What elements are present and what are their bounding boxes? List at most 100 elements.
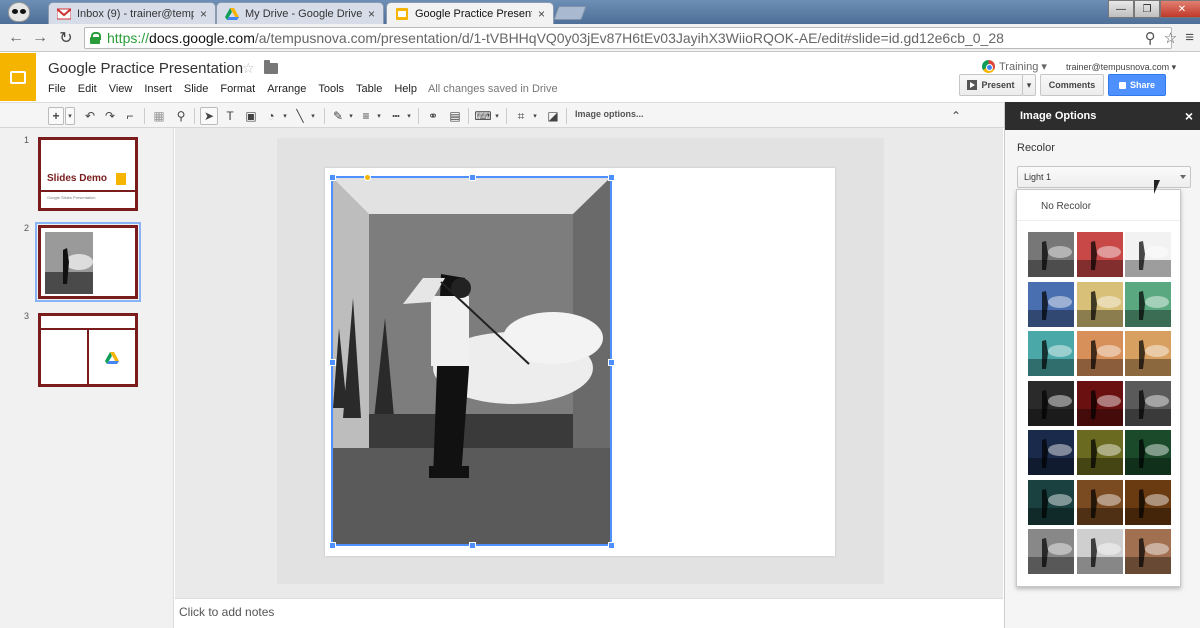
recolor-swatch[interactable] <box>1076 331 1123 376</box>
resize-handle-top[interactable] <box>469 174 476 181</box>
recolor-select[interactable]: Light 1 <box>1017 166 1191 188</box>
recolor-swatch[interactable] <box>1125 529 1171 574</box>
image-options-button[interactable]: Image options... <box>575 109 644 119</box>
menu-table[interactable]: Table <box>356 83 382 95</box>
share-button[interactable]: Share <box>1108 74 1166 96</box>
comments-button[interactable]: Comments <box>1040 74 1104 96</box>
menu-arrange[interactable]: Arrange <box>267 83 306 95</box>
recolor-swatch[interactable] <box>1125 331 1171 376</box>
tab-close-icon[interactable]: × <box>200 7 207 21</box>
line-weight-icon[interactable]: ≡ <box>358 107 374 125</box>
insert-image-icon[interactable]: ▣ <box>242 107 260 125</box>
recolor-swatch[interactable] <box>1028 380 1074 426</box>
menu-edit[interactable]: Edit <box>78 83 97 95</box>
slides-logo[interactable] <box>0 53 36 101</box>
recolor-swatch[interactable] <box>1028 232 1074 277</box>
paint-format-icon[interactable]: ⌐ <box>122 107 138 125</box>
select-tool-icon[interactable]: ➤ <box>200 107 218 125</box>
url-input[interactable]: https://docs.google.com/a/tempusnova.com… <box>84 27 1172 49</box>
present-button[interactable]: Present <box>959 74 1023 96</box>
recolor-swatch[interactable] <box>1076 380 1123 426</box>
menu-insert[interactable]: Insert <box>144 83 172 95</box>
folder-icon[interactable] <box>264 60 278 74</box>
present-dropdown[interactable]: ▾ <box>1022 74 1036 96</box>
link-icon[interactable]: ⚭ <box>424 107 442 125</box>
pen-color-icon[interactable]: ✎ <box>330 107 346 125</box>
resize-handle-right[interactable] <box>608 359 615 366</box>
recolor-swatch[interactable] <box>1028 479 1074 525</box>
comment-icon[interactable]: ▤ <box>446 107 464 125</box>
selected-image[interactable] <box>329 174 615 549</box>
slide-thumbnail-1[interactable]: Slides Demo Google Slides Presentation <box>38 137 138 211</box>
recolor-swatch[interactable] <box>1028 430 1074 475</box>
recolor-swatch[interactable] <box>1028 281 1074 327</box>
resize-handle-bottom-left[interactable] <box>329 542 336 549</box>
keyboard-dropdown[interactable]: ▾ <box>492 107 502 125</box>
line-dash-icon[interactable]: ┅ <box>388 107 404 125</box>
textbox-icon[interactable]: T <box>221 107 239 125</box>
tab-close-icon[interactable]: × <box>538 7 545 21</box>
back-icon[interactable]: ← <box>6 28 26 48</box>
menu-file[interactable]: File <box>48 83 66 95</box>
line-icon[interactable]: ╲ <box>292 107 308 125</box>
window-close-icon[interactable]: ✕ <box>1160 0 1200 18</box>
recolor-swatch[interactable] <box>1028 529 1074 574</box>
search-icon[interactable]: ⚲ <box>1145 29 1156 47</box>
reload-icon[interactable]: ↻ <box>56 28 76 48</box>
line-dash-dropdown[interactable]: ▾ <box>404 107 414 125</box>
crop-dropdown[interactable]: ▾ <box>530 107 540 125</box>
forward-icon[interactable]: → <box>30 28 50 48</box>
bookmark-star-icon[interactable]: ☆ <box>1164 29 1177 47</box>
recolor-swatch[interactable] <box>1076 430 1123 475</box>
shape-dropdown[interactable]: ▾ <box>280 107 290 125</box>
line-dropdown[interactable]: ▾ <box>308 107 318 125</box>
menu-icon[interactable]: ≡ <box>1185 29 1194 47</box>
zoom-icon[interactable]: ⚲ <box>172 107 190 125</box>
tab-gmail[interactable]: Inbox (9) - trainer@tempu × <box>48 2 216 24</box>
undo-icon[interactable]: ↶ <box>82 107 98 125</box>
star-icon[interactable]: ☆ <box>242 60 255 77</box>
recolor-swatch[interactable] <box>1028 331 1074 376</box>
fit-frame-icon[interactable]: ▦ <box>150 107 168 125</box>
resize-handle-top-left[interactable] <box>329 174 336 181</box>
resize-handle-left[interactable] <box>329 359 336 366</box>
recolor-swatch[interactable] <box>1076 479 1123 525</box>
menu-format[interactable]: Format <box>220 83 255 95</box>
tab-drive[interactable]: My Drive - Google Drive × <box>216 2 384 24</box>
redo-icon[interactable]: ↷ <box>102 107 118 125</box>
tab-slides[interactable]: Google Practice Presentati × <box>386 2 554 24</box>
pen-color-dropdown[interactable]: ▾ <box>346 107 356 125</box>
profile-avatar-icon[interactable] <box>8 2 30 22</box>
shape-icon[interactable]: ◔ <box>262 107 280 125</box>
resize-handle-top-right[interactable] <box>608 174 615 181</box>
add-slide-dropdown[interactable]: ▾ <box>65 107 75 125</box>
recolor-swatch[interactable] <box>1076 281 1123 327</box>
recolor-swatch[interactable] <box>1076 529 1123 574</box>
crop-icon[interactable]: ⌗ <box>512 107 530 125</box>
slide-thumbnail-3[interactable] <box>38 313 138 387</box>
mask-image-icon[interactable]: ◪ <box>544 107 562 125</box>
collapse-toolbar-icon[interactable]: ⌃ <box>948 107 964 125</box>
menu-view[interactable]: View <box>109 83 133 95</box>
menu-tools[interactable]: Tools <box>318 83 344 95</box>
recolor-swatch[interactable] <box>1125 232 1171 277</box>
menu-slide[interactable]: Slide <box>184 83 208 95</box>
document-title[interactable]: Google Practice Presentation <box>48 60 243 77</box>
speaker-notes[interactable]: Click to add notes <box>175 598 1003 628</box>
keyboard-icon[interactable]: ⌨ <box>474 107 492 125</box>
tab-close-icon[interactable]: × <box>368 7 375 21</box>
resize-handle-bottom[interactable] <box>469 542 476 549</box>
resize-handle-bottom-right[interactable] <box>608 542 615 549</box>
line-weight-dropdown[interactable]: ▾ <box>374 107 384 125</box>
recolor-swatch[interactable] <box>1125 281 1171 327</box>
new-tab-button[interactable] <box>553 6 587 20</box>
minimize-icon[interactable]: — <box>1108 0 1134 18</box>
add-slide-icon[interactable]: + <box>48 107 64 125</box>
recolor-swatch[interactable] <box>1076 232 1123 277</box>
close-icon[interactable]: × <box>1185 108 1193 124</box>
account-email[interactable]: trainer@tempusnova.com ▾ <box>1066 62 1176 73</box>
recolor-swatch[interactable] <box>1125 479 1171 525</box>
maximize-icon[interactable]: ❐ <box>1134 0 1160 18</box>
rotate-handle[interactable] <box>364 174 371 181</box>
recolor-swatch[interactable] <box>1125 430 1171 475</box>
